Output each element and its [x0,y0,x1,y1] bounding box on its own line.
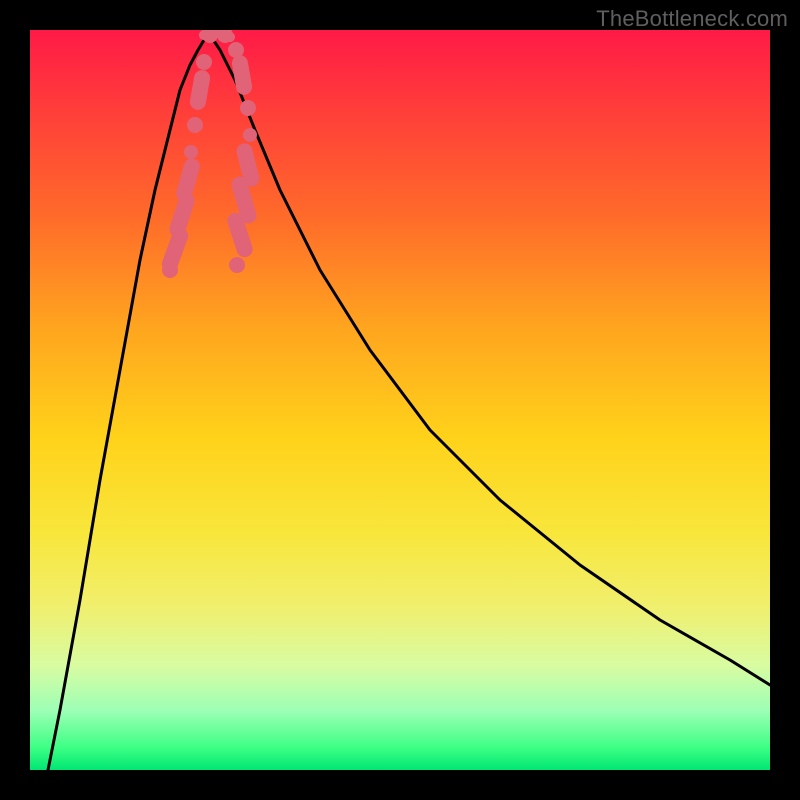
left-bead-4 [184,167,192,194]
plot-area [30,30,770,770]
right-bead-2 [235,221,244,250]
left-bead-5 [184,145,198,159]
watermark-text: TheBottleneck.com [596,6,788,32]
series-left-curve [48,35,210,770]
right-bead-3 [240,185,249,216]
right-bead-5 [243,128,257,142]
series-right-curve [210,35,770,685]
right-bead-6 [240,100,256,116]
right-bead-8 [228,42,244,58]
left-bead-8 [196,54,212,70]
left-bead-3 [177,201,186,230]
right-bead-1 [229,257,245,273]
chart-frame: TheBottleneck.com [0,0,800,800]
left-bead-6 [187,117,203,133]
left-bead-2 [170,236,180,264]
curve-svg [30,30,770,770]
right-bead-4 [245,151,252,178]
right-bead-7 [240,63,244,87]
left-bead-7 [198,78,202,102]
